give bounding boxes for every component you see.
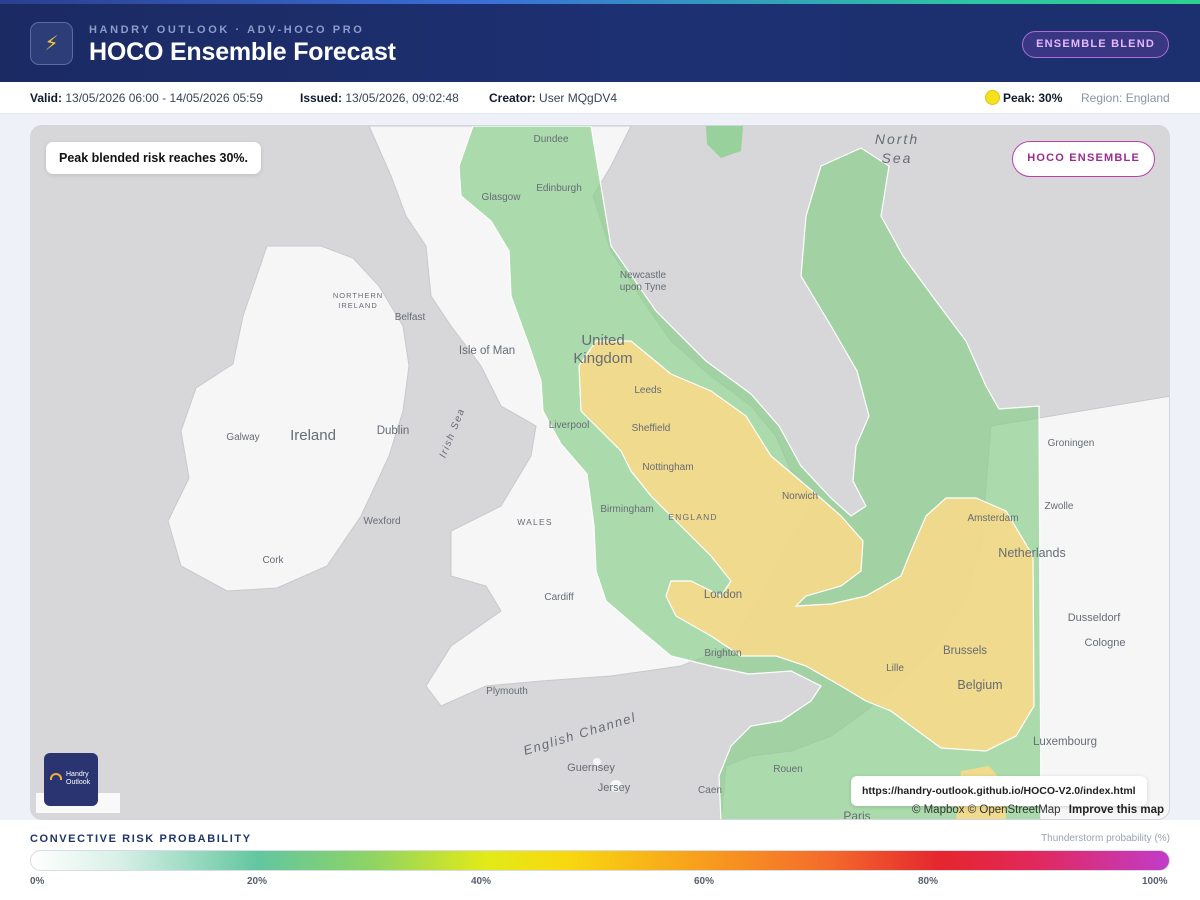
legend-tick-0: 0% [30,876,45,887]
attribution-text: © Mapbox © OpenStreetMap [911,804,1061,816]
label-uk-2: Kingdom [573,350,632,367]
label-plymouth: Plymouth [486,686,528,697]
label-netherlands: Netherlands [998,546,1065,560]
label-belfast: Belfast [395,312,426,323]
label-brighton: Brighton [704,648,741,659]
improve-map-link[interactable]: Improve this map [1069,804,1164,816]
legend-title: CONVECTIVE RISK PROBABILITY [30,833,252,845]
label-london: London [704,589,742,601]
label-galway: Galway [226,432,259,443]
legend-unit: Thunderstorm probability (%) [1041,833,1170,844]
map-canvas[interactable]: Dundee Edinburgh Glasgow North Sea Newca… [31,126,1170,820]
label-groningen: Groningen [1048,438,1095,449]
label-rouen: Rouen [773,764,802,775]
creator-label: Creator: [489,91,536,105]
page-title: HOCO Ensemble Forecast [89,38,396,66]
legend-tick-20: 20% [247,876,268,887]
label-dundee: Dundee [533,134,568,145]
label-jersey: Jersey [598,782,631,794]
label-wexford: Wexford [363,516,400,527]
forecast-map[interactable]: Dundee Edinburgh Glasgow North Sea Newca… [30,125,1170,820]
legend-tick-80: 80% [918,876,939,887]
label-leeds: Leeds [634,385,661,396]
logo-text: Handry Outlook [66,771,90,787]
peak-value: Peak: 30% [1003,91,1063,105]
legend-tick-60: 60% [694,876,715,887]
label-northern-ireland-2: IRELAND [338,301,378,310]
label-amsterdam: Amsterdam [967,513,1018,524]
label-northern-ireland-1: NORTHERN [333,291,383,300]
label-dublin: Dublin [377,425,410,437]
label-edinburgh: Edinburgh [536,183,582,194]
label-liverpool: Liverpool [549,420,590,431]
map-attribution: © Mapbox © OpenStreetMap Improve this ma… [912,804,1164,816]
ensemble-blend-badge[interactable]: ENSEMBLE BLEND [1022,31,1169,58]
header-accent-stripe [0,0,1200,4]
label-newcastle-2: upon Tyne [620,282,667,293]
label-caen: Caen [698,785,722,796]
issued-value: 13/05/2026, 09:02:48 [345,91,459,105]
label-wales: WALES [517,517,552,527]
label-uk-1: United [581,332,624,349]
issued-label: Issued: [300,91,343,105]
label-glasgow: Glasgow [482,192,522,203]
creator-value: User MQgDV4 [539,91,618,105]
creator: Creator: User MQgDV4 [489,91,617,105]
legend-tick-100: 100% [1142,876,1168,887]
label-cologne: Cologne [1085,637,1126,649]
issued-time: Issued: 13/05/2026, 09:02:48 [300,91,459,105]
valid-label: Valid: [30,91,63,105]
label-sheffield: Sheffield [632,423,671,434]
label-luxembourg: Luxembourg [1033,736,1097,748]
label-lille: Lille [886,663,904,674]
handry-outlook-logo: Handry Outlook [44,753,98,806]
label-ireland: Ireland [290,427,336,444]
region-label: Region: England [1081,91,1170,105]
logo-text-line-1: Handry [66,771,89,778]
valid-value: 13/05/2026 06:00 - 14/05/2026 05:59 [65,91,263,105]
label-nottingham: Nottingham [642,462,693,473]
app-subtitle: HANDRY OUTLOOK · ADV-HOCO PRO [89,24,365,36]
label-england: ENGLAND [668,512,718,522]
label-cork: Cork [262,555,284,566]
label-newcastle-1: Newcastle [620,270,667,281]
label-dusseldorf: Dusseldorf [1068,612,1122,624]
label-cardiff: Cardiff [544,592,573,603]
label-zwolle: Zwolle [1045,501,1074,512]
label-sea: Sea [882,150,913,166]
rainbow-icon [50,773,62,780]
logo-text-line-2: Outlook [66,779,91,786]
peak-risk-callout: Peak blended risk reaches 30%. [46,142,261,174]
valid-period: Valid: 13/05/2026 06:00 - 14/05/2026 05:… [30,91,263,105]
lightning-icon: ⚡ [30,22,73,65]
label-belgium: Belgium [957,678,1002,692]
label-guernsey: Guernsey [567,762,615,774]
label-north: North [875,131,919,147]
label-brussels: Brussels [943,645,987,657]
peak-color-dot [985,90,1000,105]
label-isle-of-man: Isle of Man [459,345,515,357]
label-birmingham: Birmingham [600,504,653,515]
risk-legend: CONVECTIVE RISK PROBABILITY Thunderstorm… [0,820,1200,900]
forecast-info-bar: Valid: 13/05/2026 06:00 - 14/05/2026 05:… [0,82,1200,114]
legend-tick-40: 40% [471,876,492,887]
hoco-ensemble-badge[interactable]: HOCO ENSEMBLE [1012,141,1155,177]
label-norwich: Norwich [782,491,818,502]
app-header: ⚡ HANDRY OUTLOOK · ADV-HOCO PRO HOCO Ens… [0,0,1200,82]
source-url[interactable]: https://handry-outlook.github.io/HOCO-V2… [851,776,1147,806]
legend-color-scale [30,850,1170,871]
label-paris: Paris [843,809,870,820]
